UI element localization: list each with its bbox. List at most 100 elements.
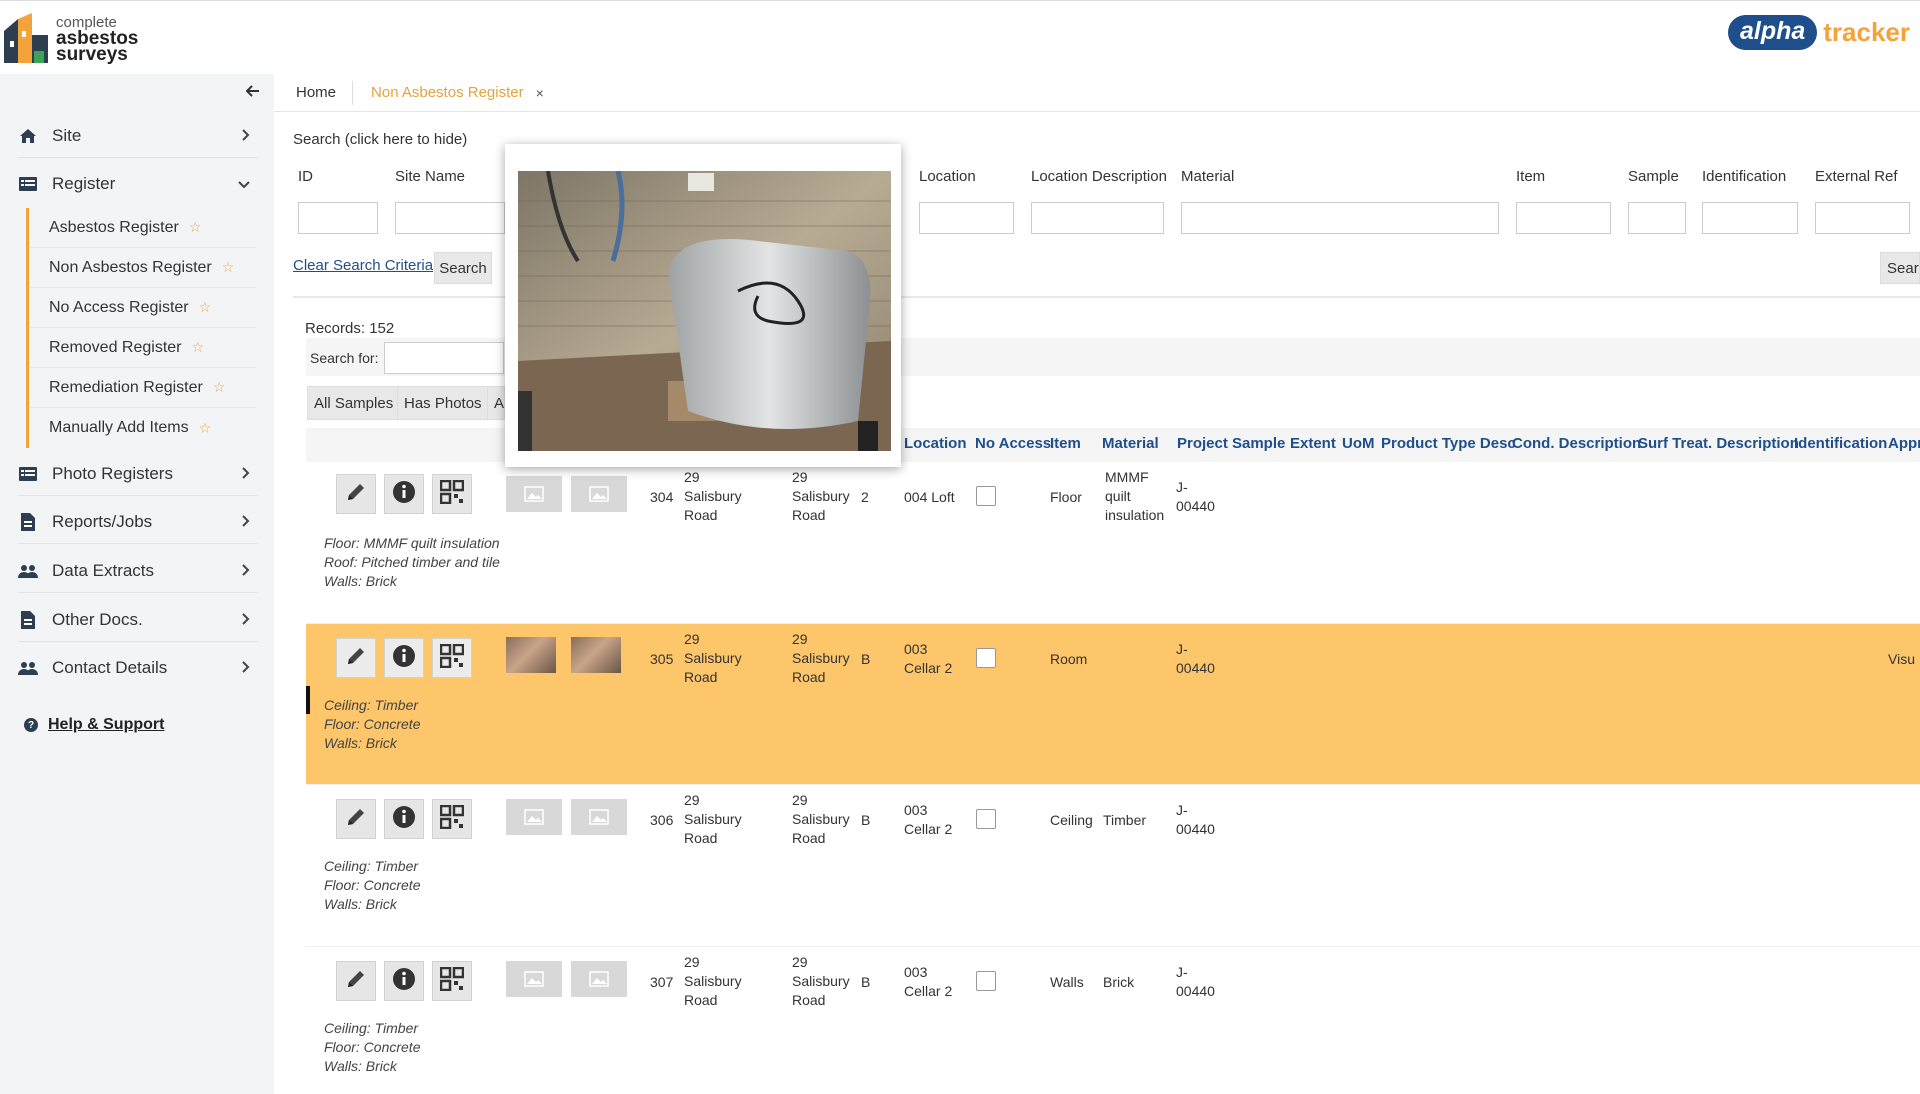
info-button[interactable] [384, 961, 424, 1001]
photo-thumbnail[interactable] [571, 637, 621, 673]
photo-placeholder-icon[interactable] [571, 799, 627, 835]
search-label-site-name: Site Name [395, 168, 466, 185]
search-input-location[interactable] [919, 202, 1014, 234]
close-tab-icon[interactable]: × [536, 85, 544, 101]
photo-thumbnail[interactable] [506, 637, 556, 673]
alpha-tracker-logo: alpha tracker [1727, 15, 1910, 50]
star-icon[interactable]: ☆ [199, 299, 212, 316]
help-support-link[interactable]: ? Help & Support [24, 716, 164, 734]
qr-code-icon [439, 479, 465, 508]
cell-location: 003 Cellar 2 [904, 802, 953, 837]
collapse-sidebar-arrow-icon[interactable] [245, 84, 260, 103]
qr-code-button[interactable] [432, 799, 472, 839]
home-icon [18, 126, 38, 146]
search-button-right[interactable]: Searc [1880, 252, 1920, 284]
col-header-sample[interactable]: Sample [1232, 435, 1285, 452]
sidebar-item-photo-registers[interactable]: Photo Registers [18, 452, 258, 496]
search-input-item[interactable] [1516, 202, 1611, 234]
edit-button[interactable] [336, 961, 376, 1001]
edit-button[interactable] [336, 799, 376, 839]
chevron-right-icon [242, 514, 250, 530]
qr-code-icon [439, 966, 465, 995]
star-icon[interactable]: ☆ [189, 219, 202, 236]
qr-code-button[interactable] [432, 474, 472, 514]
star-icon[interactable]: ☆ [213, 379, 226, 396]
search-label-external-ref: External Ref [1815, 168, 1898, 185]
photo-placeholder-icon[interactable] [506, 799, 562, 835]
pencil-icon [345, 968, 367, 994]
chevron-right-icon [242, 128, 250, 144]
submenu-label: Removed Register [49, 338, 182, 356]
col-header-location[interactable]: Location [904, 435, 967, 452]
sidebar-item-contact-details[interactable]: Contact Details [18, 646, 258, 690]
chevron-right-icon [242, 660, 250, 676]
sidebar-item-other-docs[interactable]: Other Docs. [18, 598, 258, 642]
clear-search-criteria-link[interactable]: Clear Search Criteria [293, 257, 433, 274]
table-row[interactable]: 306 29 Salisbury Road 29 Salisbury Road B 00… [306, 785, 1920, 947]
no-access-checkbox[interactable] [976, 648, 996, 668]
sidebar-item-reports-jobs[interactable]: Reports/Jobs [18, 500, 258, 544]
col-header-product-type-desc[interactable]: Product Type Desc [1381, 435, 1516, 452]
cell-id: 307 [650, 974, 674, 990]
submenu-manually-add-items[interactable]: Manually Add Items ☆ [29, 408, 256, 448]
info-icon [392, 805, 416, 833]
search-input-material[interactable] [1181, 202, 1499, 234]
no-access-checkbox[interactable] [976, 971, 996, 991]
col-header-identification[interactable]: Identification [1794, 435, 1887, 452]
help-support-label[interactable]: Help & Support [48, 716, 164, 734]
search-input-sample[interactable] [1628, 202, 1686, 234]
search-input-id[interactable] [298, 202, 378, 234]
sidebar-item-site[interactable]: Site [18, 114, 258, 158]
table-row-selected[interactable]: 305 29 Salisbury Road 29 Salisbury Road B 00… [306, 624, 1920, 785]
qr-code-button[interactable] [432, 961, 472, 1001]
submenu-non-asbestos-register[interactable]: Non Asbestos Register ☆ [29, 248, 256, 288]
search-button[interactable]: Search [434, 252, 492, 284]
col-header-surf-treat-description[interactable]: Surf Treat. Description [1638, 435, 1799, 452]
edit-button[interactable] [336, 638, 376, 678]
info-button[interactable] [384, 638, 424, 678]
search-input-external-ref[interactable] [1815, 202, 1910, 234]
table-row[interactable]: 304 29 Salisbury Road 29 Salisbury Road 2 00… [306, 464, 1920, 624]
photo-placeholder-icon[interactable] [571, 476, 627, 512]
col-header-uom[interactable]: UoM [1342, 435, 1375, 452]
star-icon[interactable]: ☆ [192, 339, 205, 356]
search-input-identification[interactable] [1702, 202, 1798, 234]
qr-code-button[interactable] [432, 638, 472, 678]
sidebar-item-data-extracts[interactable]: Data Extracts [18, 549, 258, 593]
tab-home[interactable]: Home [274, 80, 354, 105]
tab-non-asbestos-register[interactable]: Non Asbestos Register × [353, 84, 544, 101]
col-header-cond-description[interactable]: Cond. Description [1512, 435, 1641, 452]
edit-button[interactable] [336, 474, 376, 514]
sidebar-item-register[interactable]: Register [18, 162, 258, 206]
no-access-checkbox[interactable] [976, 486, 996, 506]
photo-placeholder-icon[interactable] [506, 476, 562, 512]
submenu-asbestos-register[interactable]: Asbestos Register ☆ [29, 208, 256, 248]
col-header-item[interactable]: Item [1050, 435, 1081, 452]
search-input-site-name[interactable] [395, 202, 505, 234]
search-input-location-description[interactable] [1031, 202, 1164, 234]
photo-placeholder-icon[interactable] [571, 961, 627, 997]
info-button[interactable] [384, 799, 424, 839]
filter-more-button[interactable]: Al [487, 386, 505, 420]
submenu-removed-register[interactable]: Removed Register ☆ [29, 328, 256, 368]
info-button[interactable] [384, 474, 424, 514]
col-header-extent[interactable]: Extent [1290, 435, 1336, 452]
submenu-remediation-register[interactable]: Remediation Register ☆ [29, 368, 256, 408]
col-header-appr[interactable]: Appr [1888, 435, 1920, 452]
search-for-input[interactable] [384, 342, 504, 374]
no-access-checkbox[interactable] [976, 809, 996, 829]
company-logo[interactable]: complete asbestos surveys [2, 11, 138, 64]
star-icon[interactable]: ☆ [199, 420, 212, 437]
search-toggle[interactable]: Search (click here to hide) [293, 131, 467, 148]
submenu-label: Non Asbestos Register [49, 258, 212, 276]
photo-placeholder-icon[interactable] [506, 961, 562, 997]
submenu-no-access-register[interactable]: No Access Register ☆ [29, 288, 256, 328]
photo-preview-popup[interactable] [505, 144, 901, 467]
col-header-material[interactable]: Material [1102, 435, 1159, 452]
col-header-no-access[interactable]: No Access [975, 435, 1051, 452]
table-row[interactable]: 307 29 Salisbury Road 29 Salisbury Road B 00… [306, 947, 1920, 1094]
filter-all-samples-button[interactable]: All Samples [307, 386, 401, 420]
col-header-project[interactable]: Project [1177, 435, 1228, 452]
filter-has-photos-button[interactable]: Has Photos [397, 386, 489, 420]
star-icon[interactable]: ☆ [222, 259, 235, 276]
